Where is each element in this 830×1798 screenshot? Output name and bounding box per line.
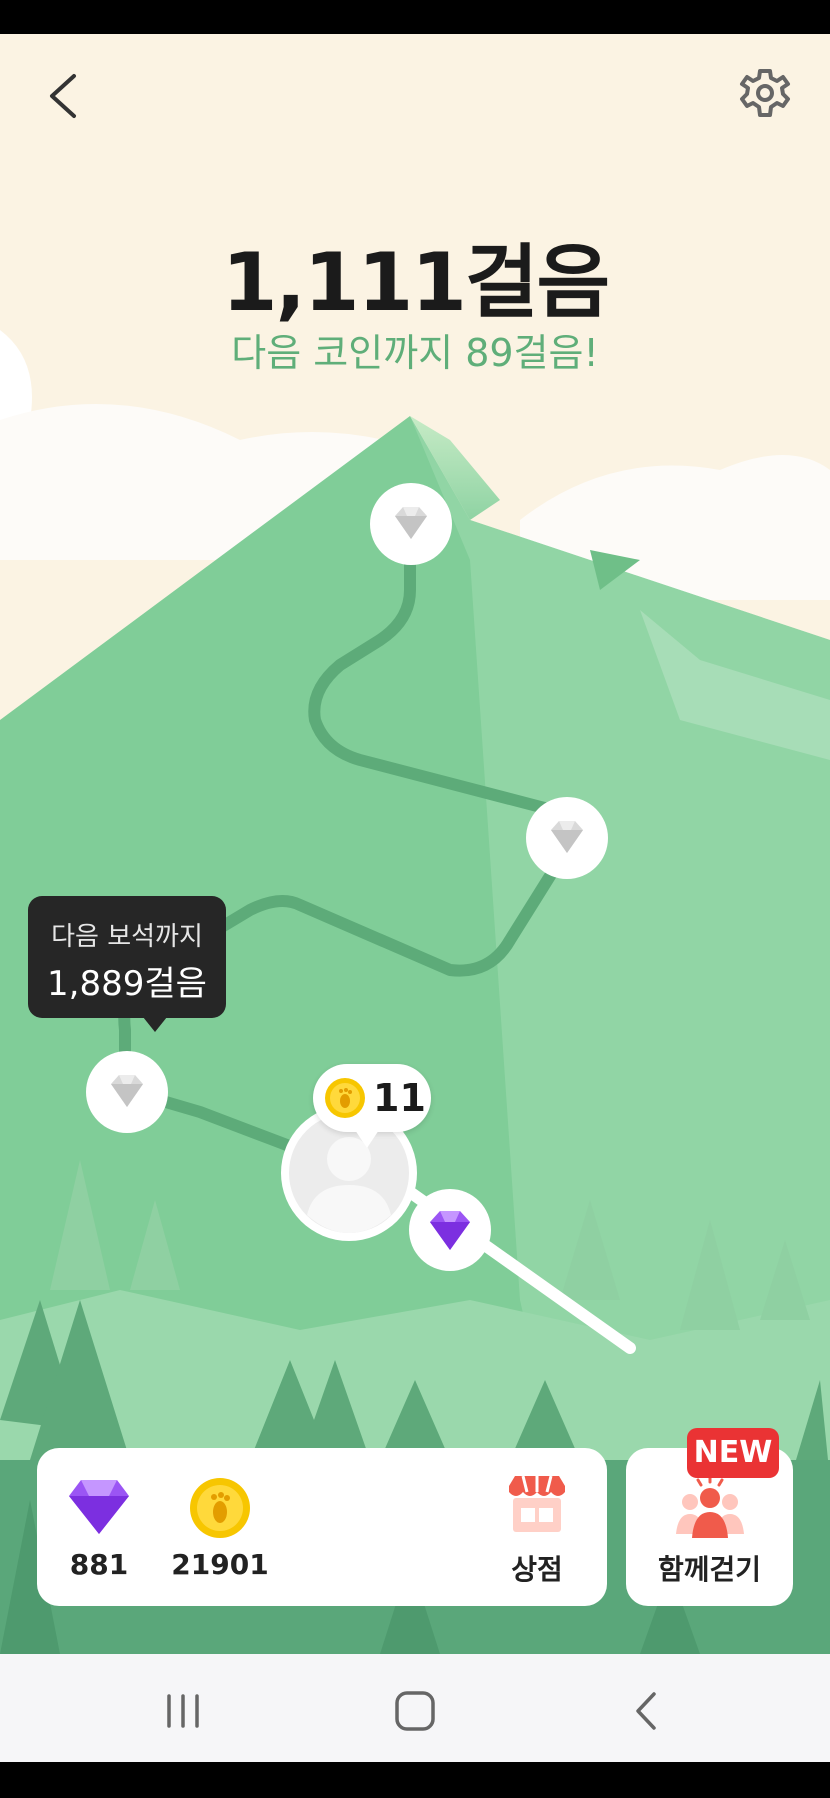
gem-icon: [86, 1051, 168, 1133]
gem-icon: [526, 797, 608, 879]
coin-icon: [325, 1078, 365, 1118]
walk-together-label: 함께걷기: [657, 1553, 762, 1586]
group-people-icon: [676, 1476, 744, 1538]
gem-checkpoint-middle[interactable]: [525, 796, 609, 880]
home-button[interactable]: [387, 1686, 443, 1736]
next-gem-tooltip: 다음 보석까지 1,889걸음: [28, 896, 226, 1032]
gem-count: 881: [69, 1548, 129, 1581]
recent-apps-button[interactable]: [155, 1686, 211, 1736]
shop-label: 상점: [511, 1553, 563, 1586]
home-icon: [395, 1691, 435, 1731]
next-gem-tooltip-steps: 1,889걸음: [47, 964, 207, 1004]
app-screen: 1,111걸음 다음 코인까지 89걸음! 다음 보석까지 1,889걸음 11…: [0, 0, 830, 1798]
shop-button[interactable]: 상점: [487, 1456, 587, 1596]
new-badge: NEW: [687, 1428, 779, 1478]
gem-icon: [370, 483, 452, 565]
recent-apps-icon: [167, 1694, 199, 1728]
back-button[interactable]: [30, 60, 100, 130]
coin-balance-icon-wrap: [189, 1477, 251, 1539]
gem-checkpoint-top[interactable]: [369, 482, 453, 566]
step-count-title: 1,111걸음: [221, 236, 610, 329]
gem-checkpoint-collected[interactable]: [408, 1188, 492, 1272]
avatar-coin-count: 11: [373, 1076, 426, 1120]
settings-button[interactable]: [730, 58, 800, 128]
gem-balance-icon-wrap: [67, 1478, 131, 1536]
next-coin-text: 다음 코인까지 89걸음!: [231, 331, 599, 375]
back-icon: [636, 1692, 656, 1730]
inventory-panel: 881 21901 상점: [37, 1448, 607, 1606]
gem-checkpoint-left[interactable]: [85, 1050, 169, 1134]
purple-gem-icon: [409, 1189, 491, 1271]
shop-store-icon: [509, 1476, 565, 1532]
coin-icon: [190, 1478, 250, 1538]
avatar-coin-bubble: 11: [313, 1064, 431, 1148]
chevron-left-icon: [50, 74, 76, 118]
purple-gem-icon: [69, 1480, 129, 1534]
gear-icon: [740, 69, 790, 117]
next-gem-tooltip-label: 다음 보석까지: [51, 922, 203, 952]
coin-count: 21901: [171, 1548, 269, 1581]
system-back-button[interactable]: [618, 1686, 674, 1736]
